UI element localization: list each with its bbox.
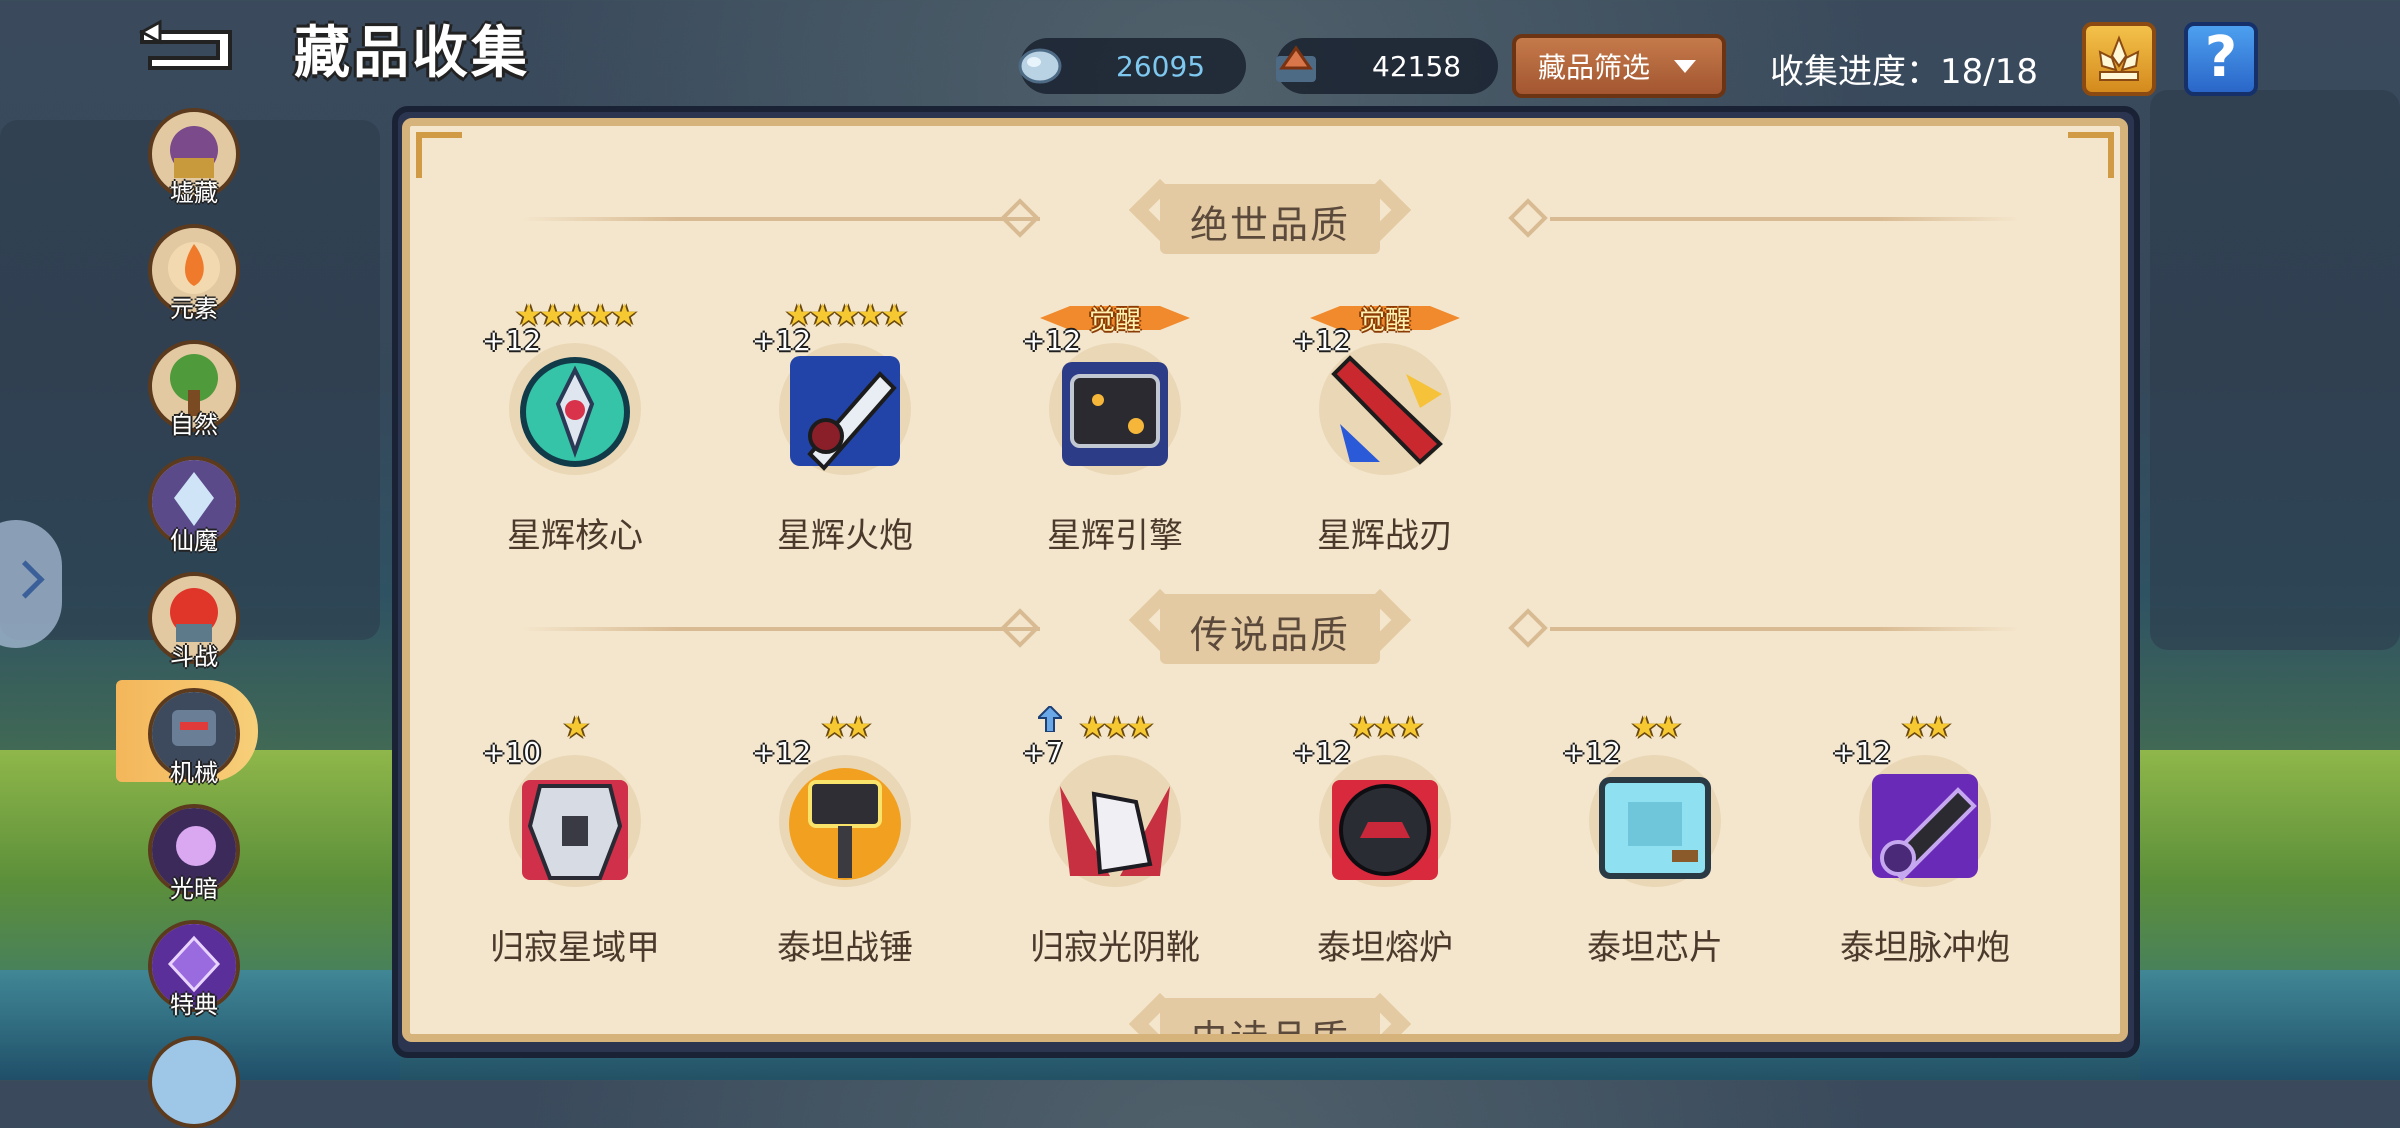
item-name: 归寂光阴靴 xyxy=(1030,928,1200,968)
sidebar-item-mech[interactable]: 机械 xyxy=(148,688,240,787)
enhance-level: +12 xyxy=(1292,324,1352,357)
question-mark-icon: ? xyxy=(2204,25,2238,90)
item-name: 泰坦芯片 xyxy=(1587,928,1723,968)
chevron-right-icon xyxy=(6,560,45,599)
collection-item[interactable]: 觉醒 +12 星辉战刃 xyxy=(1290,294,1480,556)
item-name: 星辉引擎 xyxy=(1047,516,1183,556)
item-name: 泰坦战锤 xyxy=(777,928,913,968)
back-button[interactable] xyxy=(132,18,244,74)
sidebar-item-battle[interactable]: 斗战 xyxy=(148,572,240,671)
item-name: 星辉战刃 xyxy=(1317,516,1453,556)
enhance-level: +12 xyxy=(1562,736,1622,769)
expand-panel-button[interactable] xyxy=(0,520,62,648)
silver-ore-value: 26095 xyxy=(1116,49,1206,83)
collection-item[interactable]: ★★★★★ +12 星辉火炮 xyxy=(750,294,940,556)
copper-ore-counter: 42158 xyxy=(1276,38,1498,94)
sidebar-item-label: 元素 xyxy=(170,295,218,323)
copper-ore-icon xyxy=(1276,45,1316,82)
enhance-level: +12 xyxy=(482,324,542,357)
sidebar-item-label: 自然 xyxy=(170,411,218,439)
sidebar-item-partial[interactable] xyxy=(148,1036,240,1128)
collection-item[interactable]: ★★ +12 泰坦脉冲炮 xyxy=(1830,706,2020,968)
partial-category-icon xyxy=(148,1036,240,1128)
page-title: 藏品收集 xyxy=(294,21,530,86)
enhance-level: +12 xyxy=(1832,736,1892,769)
enhance-level: +12 xyxy=(752,324,812,357)
silver-ore-counter: 26095 xyxy=(1018,38,1246,94)
lotus-trophy-icon xyxy=(2098,35,2140,81)
sidebar-item-label: 仙魔 xyxy=(170,527,218,555)
collection-item[interactable]: ★★★ +12 泰坦熔炉 xyxy=(1290,706,1480,968)
collection-item[interactable]: 觉醒 +12 星辉引擎 xyxy=(1020,294,1210,556)
collection-progress: 收集进度：18/18 xyxy=(1770,52,2038,92)
collection-item[interactable]: ★★★ +7 归寂光阴靴 xyxy=(1020,706,1210,968)
enhance-level: +12 xyxy=(752,736,812,769)
collection-item[interactable]: ★★★★★ +12 星辉核心 xyxy=(480,294,670,556)
sidebar-item-label: 光暗 xyxy=(170,875,218,903)
item-name: 泰坦脉冲炮 xyxy=(1840,928,2010,968)
enhance-level: +7 xyxy=(1022,736,1064,769)
panel-corner-ornament xyxy=(416,132,462,178)
section-title: 史诗品质 xyxy=(1189,1017,1350,1042)
enhance-level: +12 xyxy=(1292,736,1352,769)
section-header-peerless: 绝世品质 xyxy=(410,174,2120,264)
section-header-legendary: 传说品质 xyxy=(410,584,2120,674)
sidebar-item-ruins[interactable]: 墟藏 xyxy=(148,108,240,207)
section-title: 绝世品质 xyxy=(1189,203,1350,247)
collection-item[interactable]: ★ +10 归寂星域甲 xyxy=(480,706,670,968)
panel-corner-ornament xyxy=(2068,132,2114,178)
sidebar-item-label: 墟藏 xyxy=(170,179,218,207)
enhance-level: +10 xyxy=(482,736,542,769)
section-title: 传说品质 xyxy=(1189,613,1350,657)
background-rock-right xyxy=(2150,90,2400,650)
section-header-epic: 史诗品质 xyxy=(410,988,2120,1042)
collection-item[interactable]: ★★ +12 泰坦战锤 xyxy=(750,706,940,968)
help-button[interactable]: ? xyxy=(2184,22,2258,96)
filter-label: 藏品筛选 xyxy=(1538,51,1651,84)
silver-ore-icon xyxy=(1018,48,1062,84)
trophy-button[interactable] xyxy=(2082,22,2156,96)
sidebar-item-label: 斗战 xyxy=(170,643,218,671)
sidebar-item-light-dark[interactable]: 光暗 xyxy=(148,804,240,903)
item-name: 星辉火炮 xyxy=(777,516,913,556)
copper-ore-value: 42158 xyxy=(1372,49,1462,83)
sidebar-item-nature[interactable]: 自然 xyxy=(148,340,240,439)
back-arrow-icon xyxy=(138,19,232,70)
item-name: 归寂星域甲 xyxy=(490,928,660,968)
sidebar-item-special[interactable]: 特典 xyxy=(148,920,240,1019)
sidebar-item-immortal-demon[interactable]: 仙魔 xyxy=(148,456,240,555)
item-name: 泰坦熔炉 xyxy=(1317,928,1453,968)
sidebar-item-element[interactable]: 元素 xyxy=(148,224,240,323)
enhance-level: +12 xyxy=(1022,324,1082,357)
collection-item[interactable]: ★★ +12 泰坦芯片 xyxy=(1560,706,1750,968)
chevron-down-icon xyxy=(1674,59,1697,73)
collection-filter-dropdown[interactable]: 藏品筛选 xyxy=(1512,34,1726,98)
sidebar-item-label: 特典 xyxy=(170,991,218,1019)
sidebar-item-label: 机械 xyxy=(170,759,218,787)
item-name: 星辉核心 xyxy=(507,516,643,556)
collection-panel: 绝世品质 ★★★★★ +12 星辉核心 ★★★★★ +12 星辉火炮 觉醒 +1… xyxy=(402,118,2128,1042)
